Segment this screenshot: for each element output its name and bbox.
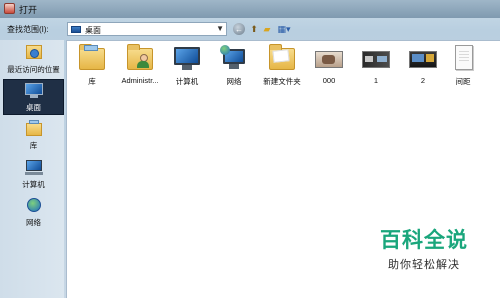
app-icon <box>4 3 15 14</box>
network-icon <box>24 196 44 214</box>
watermark-subtitle: 助你轻松解决 <box>388 259 460 271</box>
new-folder-icon[interactable]: ▰ <box>261 23 273 35</box>
window-title: 打开 <box>19 5 38 15</box>
up-folder-icon[interactable]: ⬆ <box>248 23 260 35</box>
lookin-combobox[interactable]: 桌面 ▼ <box>67 22 227 36</box>
back-arrow-icon[interactable]: ← <box>233 23 245 35</box>
image-thumbnail-icon <box>408 44 438 72</box>
place-label: 桌面 <box>26 103 41 112</box>
place-desktop[interactable]: 桌面 <box>3 79 64 115</box>
desktop-icon <box>24 81 44 99</box>
place-library[interactable]: 库 <box>3 118 64 154</box>
file-item-library[interactable]: 库 <box>71 44 113 92</box>
view-menu-icon[interactable]: ▦▾ <box>275 23 293 35</box>
watermark-logo: 百科全说 助你轻松解决 <box>369 224 479 274</box>
item-label: 1 <box>373 76 379 85</box>
image-thumbnail-icon <box>314 44 344 72</box>
place-computer[interactable]: 计算机 <box>3 157 64 193</box>
place-network[interactable]: 网络 <box>3 195 64 231</box>
computer-icon <box>172 44 202 72</box>
item-label: 000 <box>322 76 336 85</box>
item-label: 库 <box>88 77 96 86</box>
place-label: 计算机 <box>22 180 45 189</box>
place-label: 网络 <box>26 218 41 227</box>
title-bar[interactable]: 打开 <box>0 0 500 18</box>
item-label: 新建文件夹 <box>263 77 301 86</box>
watermark-title: 百科全说 <box>380 229 468 252</box>
file-item-network[interactable]: 网络 <box>213 44 255 92</box>
file-item-new-folder[interactable]: 新建文件夹 <box>261 44 303 92</box>
lookin-label: 查找范围(I): <box>7 25 49 34</box>
item-label: 计算机 <box>175 77 199 86</box>
file-item-1[interactable]: 1 <box>355 44 397 92</box>
image-thumbnail-icon <box>361 44 391 72</box>
lookin-value: 桌面 <box>85 26 101 35</box>
folder-icon <box>267 44 297 72</box>
place-recent[interactable]: 最近访问的位置 <box>3 42 64 78</box>
open-file-dialog: 打开 查找范围(I): 桌面 ▼ ← ⬆ ▰ ▦▾ 最近访问的位置 桌面 库 计… <box>0 0 500 298</box>
places-bar: 最近访问的位置 桌面 库 计算机 网络 <box>0 40 64 298</box>
file-item-computer[interactable]: 计算机 <box>166 44 208 92</box>
file-item-spacing[interactable]: 间距 <box>442 44 484 92</box>
place-label: 库 <box>29 141 38 150</box>
chevron-down-icon[interactable]: ▼ <box>216 24 224 33</box>
item-label: Administr... <box>121 76 159 85</box>
item-label: 间距 <box>455 77 471 86</box>
item-label: 网络 <box>226 77 242 86</box>
recent-places-icon <box>24 43 44 61</box>
document-icon <box>448 44 478 72</box>
toolbar: 查找范围(I): 桌面 ▼ ← ⬆ ▰ ▦▾ <box>0 18 500 40</box>
computer-icon <box>24 158 44 176</box>
place-label: 最近访问的位置 <box>7 65 60 74</box>
desktop-icon <box>71 26 81 33</box>
library-folder-icon <box>77 44 107 72</box>
file-item-000[interactable]: 000 <box>308 44 350 92</box>
file-item-user-folder[interactable]: Administr... <box>119 44 161 92</box>
user-folder-icon <box>125 44 155 72</box>
library-icon <box>24 119 44 137</box>
network-icon <box>219 44 249 72</box>
